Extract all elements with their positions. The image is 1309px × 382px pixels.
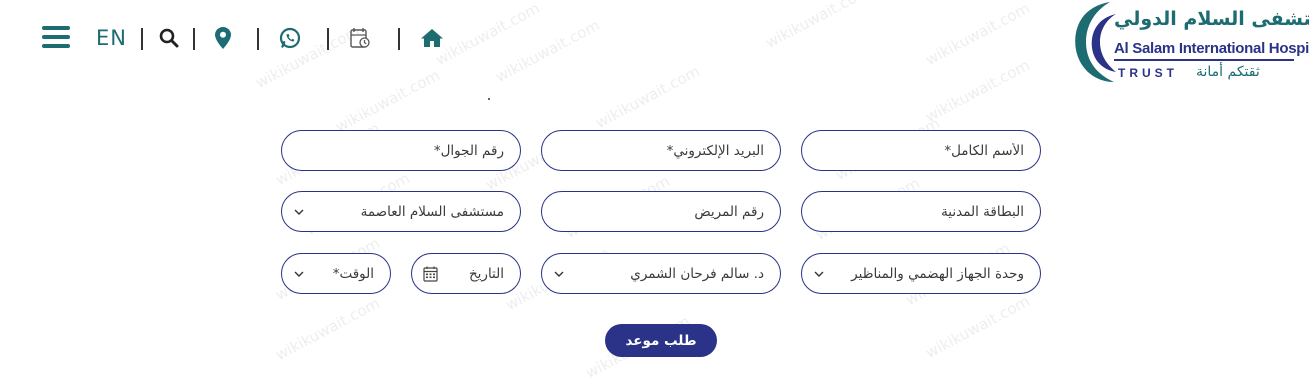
logo-trust: TRUST xyxy=(1118,66,1178,80)
logo-arabic-name: مستشفى السلام الدولي xyxy=(1114,8,1309,30)
stray-dot xyxy=(488,98,490,100)
appointment-icon[interactable] xyxy=(348,26,372,50)
chevron-down-icon xyxy=(294,209,308,215)
divider xyxy=(398,28,400,50)
divider xyxy=(141,28,143,50)
search-icon[interactable] xyxy=(157,26,181,50)
time-select[interactable]: الوقت* xyxy=(281,253,391,294)
civil-id-placeholder: البطاقة المدنية xyxy=(941,203,1024,220)
email-field[interactable]: البريد الإلكتروني* xyxy=(541,130,781,171)
home-icon[interactable] xyxy=(420,26,444,50)
full-name-field[interactable]: الأسم الكامل* xyxy=(801,130,1041,171)
mobile-field[interactable]: رقم الجوال* xyxy=(281,130,521,171)
divider xyxy=(193,28,195,50)
chevron-down-icon xyxy=(294,271,308,277)
divider xyxy=(257,28,259,50)
language-switch[interactable]: EN xyxy=(96,26,127,50)
logo-slogan: ثقتكم أمانة xyxy=(1196,64,1260,80)
logo-english-name: Al Salam International Hospital xyxy=(1114,40,1309,57)
email-placeholder: البريد الإلكتروني* xyxy=(666,142,764,159)
location-icon[interactable] xyxy=(211,26,235,50)
date-placeholder: التاريخ xyxy=(468,265,504,282)
doctor-select[interactable]: د. سالم فرحان الشمري xyxy=(541,253,781,294)
civil-id-field[interactable]: البطاقة المدنية xyxy=(801,191,1041,232)
department-selected-value: وحدة الجهاز الهضمي والمناظير xyxy=(851,265,1024,282)
request-appointment-button[interactable]: طلب موعد xyxy=(605,324,717,357)
date-field[interactable]: التاريخ xyxy=(411,253,521,294)
department-select[interactable]: وحدة الجهاز الهضمي والمناظير xyxy=(801,253,1041,294)
hospital-selected-value: مستشفى السلام العاصمة xyxy=(360,203,504,220)
mobile-placeholder: رقم الجوال* xyxy=(433,142,504,159)
hospital-select[interactable]: مستشفى السلام العاصمة xyxy=(281,191,521,232)
calendar-icon[interactable] xyxy=(423,266,439,282)
patient-number-placeholder: رقم المريض xyxy=(694,203,764,220)
chevron-down-icon xyxy=(554,271,568,277)
patient-number-field[interactable]: رقم المريض xyxy=(541,191,781,232)
menu-icon[interactable] xyxy=(42,26,70,48)
divider xyxy=(327,28,329,50)
doctor-selected-value: د. سالم فرحان الشمري xyxy=(630,265,764,282)
logo-divider xyxy=(1114,59,1294,61)
full-name-placeholder: الأسم الكامل* xyxy=(944,142,1024,159)
chevron-down-icon xyxy=(814,271,828,277)
time-placeholder: الوقت* xyxy=(332,265,374,282)
whatsapp-icon[interactable] xyxy=(278,26,302,50)
